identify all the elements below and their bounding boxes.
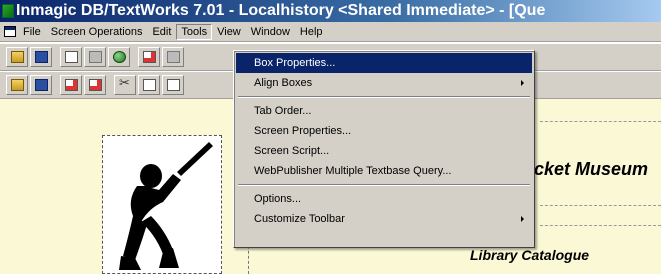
app-icon[interactable] (2, 4, 14, 18)
cut-button[interactable] (114, 75, 136, 95)
submenu-arrow-icon (521, 216, 524, 222)
folder-icon (11, 51, 24, 63)
page-red-icon (143, 51, 156, 63)
menu-tools[interactable]: Tools (176, 23, 213, 40)
menu-item-align-boxes[interactable]: Align Boxes (236, 73, 532, 93)
menu-separator (236, 93, 532, 101)
globe-icon (113, 51, 126, 63)
guide-line (540, 205, 661, 206)
disk-button[interactable] (30, 47, 52, 67)
menu-help[interactable]: Help (295, 24, 328, 40)
menu-screen-operations[interactable]: Screen Operations (46, 24, 148, 40)
menu-window[interactable]: Window (246, 24, 295, 40)
save-button[interactable] (30, 75, 52, 95)
page-red-icon (65, 79, 78, 91)
page-icon (65, 51, 78, 63)
new-box-button-2[interactable] (84, 75, 106, 95)
library-catalogue-label[interactable]: Library Catalogue (470, 247, 589, 263)
page-red-icon (89, 79, 102, 91)
menu-item-label: Screen Script... (254, 145, 330, 157)
menu-file[interactable]: File (18, 24, 46, 40)
grey-icon (89, 51, 102, 63)
museum-title-text[interactable]: cket Museum (534, 159, 648, 180)
globe-button[interactable] (108, 47, 130, 67)
grey-button-2[interactable] (162, 47, 184, 67)
grey-icon (167, 51, 180, 63)
menu-view[interactable]: View (212, 24, 246, 40)
window-title-bar[interactable]: Inmagic DB/TextWorks 7.01 - Localhistory… (0, 0, 661, 22)
paste-icon (167, 79, 180, 91)
page-red-button[interactable] (138, 47, 160, 67)
menu-item-label: Customize Toolbar (254, 213, 345, 225)
menu-item-label: Options... (254, 193, 302, 205)
menu-item-label: Box Properties... (254, 57, 336, 69)
page-button[interactable] (60, 47, 82, 67)
menu-item-label: WebPublisher Multiple Textbase Query... (254, 165, 452, 177)
open-folder-button[interactable] (6, 47, 28, 67)
menu-item-options[interactable]: Options... (236, 189, 532, 209)
save-icon (35, 79, 48, 91)
menu-item-customize-toolbar[interactable]: Customize Toolbar (236, 209, 532, 229)
guide-line (540, 121, 661, 122)
submenu-arrow-icon (521, 80, 524, 86)
image-box[interactable] (102, 135, 222, 274)
disk-icon (35, 51, 48, 63)
folder-icon (11, 79, 24, 91)
menu-item-label: Align Boxes (254, 77, 313, 89)
menu-item-webpublisher-query[interactable]: WebPublisher Multiple Textbase Query... (236, 161, 532, 181)
copy-icon (143, 79, 156, 91)
copy-button[interactable] (138, 75, 160, 95)
paste-button[interactable] (162, 75, 184, 95)
menu-separator (236, 181, 532, 189)
open-folder-button-2[interactable] (6, 75, 28, 95)
menu-item-label: Screen Properties... (254, 125, 352, 137)
guide-line (540, 225, 661, 226)
new-box-button[interactable] (60, 75, 82, 95)
menu-item-tab-order[interactable]: Tab Order... (236, 101, 532, 121)
cricketer-silhouette-icon (119, 142, 213, 270)
scissors-icon (119, 76, 132, 91)
tools-menu-dropdown: Box Properties... Align Boxes Tab Order.… (233, 50, 535, 248)
menu-item-label: Tab Order... (254, 105, 312, 117)
document-icon[interactable] (4, 26, 16, 37)
window-title: Inmagic DB/TextWorks 7.01 - Localhistory… (16, 2, 546, 19)
menu-item-screen-properties[interactable]: Screen Properties... (236, 121, 532, 141)
grey-button[interactable] (84, 47, 106, 67)
menu-item-box-properties[interactable]: Box Properties... (236, 53, 532, 73)
menu-item-screen-script[interactable]: Screen Script... (236, 141, 532, 161)
menu-edit[interactable]: Edit (147, 24, 176, 40)
menu-bar: File Screen Operations Edit Tools View W… (0, 22, 661, 42)
